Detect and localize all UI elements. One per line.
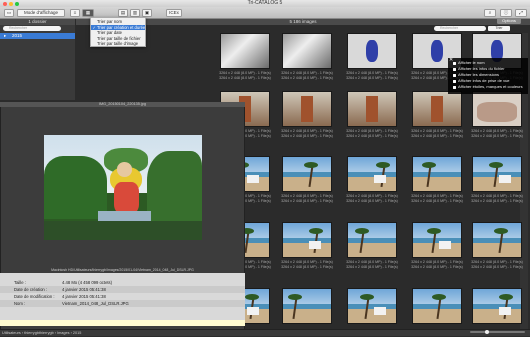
thumbnail-caption: 3264 x 2 448 (8.0 MP) - 1 File(s)3264 x … bbox=[411, 194, 463, 203]
thumbnail-caption: 3264 x 2 448 (8.0 MP) - 1 File(s)3264 x … bbox=[281, 260, 333, 269]
search-icon: ⌕ bbox=[488, 10, 492, 15]
fullscreen-icon: ⤢ bbox=[519, 10, 523, 15]
image-thumbnail[interactable] bbox=[412, 222, 462, 258]
image-thumbnail[interactable] bbox=[412, 91, 462, 127]
image-thumbnail[interactable] bbox=[282, 156, 332, 192]
image-thumbnail[interactable] bbox=[282, 33, 332, 69]
image-thumbnail[interactable] bbox=[472, 222, 522, 258]
sidebar-search-input[interactable]: Rechercher bbox=[3, 26, 61, 31]
path-breadcrumb: Utilisateurs › thierrygbthierrygb › Imag… bbox=[2, 331, 82, 335]
window-title-bar: Tri-CATALOG 5 bbox=[0, 0, 530, 7]
fullscreen-button[interactable]: ⤢ bbox=[515, 9, 527, 17]
sidebar-toggle-button[interactable]: ▭ bbox=[4, 9, 14, 17]
thumbnail-caption: 3264 x 2 448 (8.0 MP) - 1 File(s)3264 x … bbox=[219, 71, 271, 80]
thumbnail-caption: 3264 x 2 448 (8.0 MP) - 1 File(s)3264 x … bbox=[346, 71, 398, 80]
image-thumbnail[interactable] bbox=[412, 288, 462, 324]
thumbnail-caption: 3264 x 2 448 (8.0 MP) - 1 File(s)3264 x … bbox=[346, 129, 398, 138]
info-row: Date de modification :4 janvier 2015 05:… bbox=[14, 294, 106, 299]
image-thumbnail[interactable] bbox=[347, 222, 397, 258]
info-button[interactable]: ⓘ bbox=[500, 9, 512, 17]
thumbnail-caption: 3264 x 2 448 (8.0 MP) - 1 File(s)3264 x … bbox=[346, 194, 398, 203]
image-thumbnail[interactable] bbox=[282, 91, 332, 127]
checkbox-icon bbox=[453, 67, 456, 71]
image-thumbnail[interactable] bbox=[472, 91, 522, 127]
thumbnail-size-slider[interactable] bbox=[470, 331, 525, 333]
preview-info-table: Taille :4.48 Mo (4 458 099 octets) Date … bbox=[0, 273, 245, 320]
minimize-window-icon[interactable] bbox=[9, 1, 13, 6]
view-compact-button[interactable]: ▤ bbox=[118, 9, 128, 17]
thumbnail-caption: 3264 x 2 448 (8.0 MP) - 1 File(s)3264 x … bbox=[471, 129, 523, 138]
image-thumbnail[interactable] bbox=[347, 91, 397, 127]
image-thumbnail[interactable] bbox=[347, 33, 397, 69]
options-panel: Afficher le nom Afficher les infos du fi… bbox=[448, 58, 528, 94]
image-thumbnail[interactable] bbox=[347, 288, 397, 324]
close-icon[interactable]: ✕ bbox=[449, 58, 454, 63]
info-row: Taille :4.48 Mo (4 458 099 octets) bbox=[14, 280, 113, 285]
sort-menu-item[interactable]: Trier par taille d'image bbox=[91, 41, 145, 47]
image-thumbnail[interactable] bbox=[282, 288, 332, 324]
thumbnail-caption: 3264 x 2 448 (8.0 MP) - 1 File(s)3264 x … bbox=[346, 260, 398, 269]
option-show-stars[interactable]: Afficher étoiles, marques et couleurs bbox=[448, 84, 528, 90]
checkbox-icon bbox=[453, 73, 456, 77]
sidebar-item-label: 2015 bbox=[12, 33, 23, 38]
status-bar: Utilisateurs › thierrygbthierrygb › Imag… bbox=[0, 329, 530, 336]
toolbar: ▭ Mode d'affichage ≡ ▦ ▤ ▥ ▣ ICEx ⌕ ⓘ ⤢ bbox=[0, 7, 530, 19]
folder-icon: ▸ bbox=[4, 33, 7, 38]
info-row: Nom : Vietnam_2014_048_Jul_DSLR.JPG bbox=[0, 300, 245, 307]
window-title: Tri-CATALOG 5 bbox=[247, 0, 283, 6]
sidebar-item-2015[interactable]: ▸ 2015 bbox=[0, 33, 75, 39]
thumbnail-caption: 3264 x 2 448 (8.0 MP) - 1 File(s)3264 x … bbox=[281, 194, 333, 203]
view-mode-select[interactable]: Mode d'affichage bbox=[17, 9, 65, 17]
sort-button[interactable]: Trier bbox=[488, 26, 510, 31]
info-row: Date de création :4 janvier 2015 05:41:3… bbox=[0, 286, 245, 293]
options-button[interactable]: Options bbox=[497, 18, 521, 24]
slider-knob[interactable] bbox=[485, 329, 489, 334]
thumbnail-caption: 3264 x 2 448 (8.0 MP) - 1 File(s)3264 x … bbox=[471, 260, 523, 269]
thumbnail-caption: 3264 x 2 448 (8.0 MP) - 1 File(s)3264 x … bbox=[411, 129, 463, 138]
image-thumbnail[interactable] bbox=[412, 156, 462, 192]
view-large-button[interactable]: ▥ bbox=[130, 9, 140, 17]
checkbox-icon bbox=[453, 79, 456, 83]
sidebar-header: 1 dossier bbox=[0, 19, 75, 25]
view-preview-button[interactable]: ▣ bbox=[142, 9, 152, 17]
view-list-button[interactable]: ≡ bbox=[70, 9, 80, 17]
image-thumbnail[interactable] bbox=[220, 33, 270, 69]
thumbnail-caption: 3264 x 2 448 (8.0 MP) - 1 File(s)3264 x … bbox=[471, 194, 523, 203]
preview-comment-field[interactable] bbox=[0, 320, 245, 326]
image-thumbnail[interactable] bbox=[472, 156, 522, 192]
thumbnail-caption: 3264 x 2 448 (8.0 MP) - 1 File(s)3264 x … bbox=[281, 71, 333, 80]
checkbox-icon bbox=[453, 85, 456, 89]
image-thumbnail[interactable] bbox=[347, 156, 397, 192]
image-thumbnail[interactable] bbox=[282, 222, 332, 258]
sidebar bbox=[0, 19, 75, 100]
preview-image bbox=[44, 135, 202, 240]
info-icon: ⓘ bbox=[503, 10, 509, 15]
search-button[interactable]: ⌕ bbox=[484, 9, 496, 17]
preview-title: IMG_20150104_220135.jpg bbox=[0, 102, 245, 107]
thumbnail-caption: 3264 x 2 448 (8.0 MP) - 1 File(s)3264 x … bbox=[281, 129, 333, 138]
close-window-icon[interactable] bbox=[3, 1, 7, 6]
zoom-window-icon[interactable] bbox=[15, 1, 19, 6]
sort-menu: Trier par nom ✓ Trier par création et dur… bbox=[90, 17, 146, 47]
thumbnail-caption: 3264 x 2 448 (8.0 MP) - 1 File(s)3264 x … bbox=[411, 260, 463, 269]
tag-button[interactable]: ICEx bbox=[166, 9, 182, 17]
view-grid-button[interactable]: ▦ bbox=[82, 9, 94, 17]
grid-search-input[interactable]: Rechercher bbox=[434, 26, 486, 31]
image-thumbnail[interactable] bbox=[472, 288, 522, 324]
